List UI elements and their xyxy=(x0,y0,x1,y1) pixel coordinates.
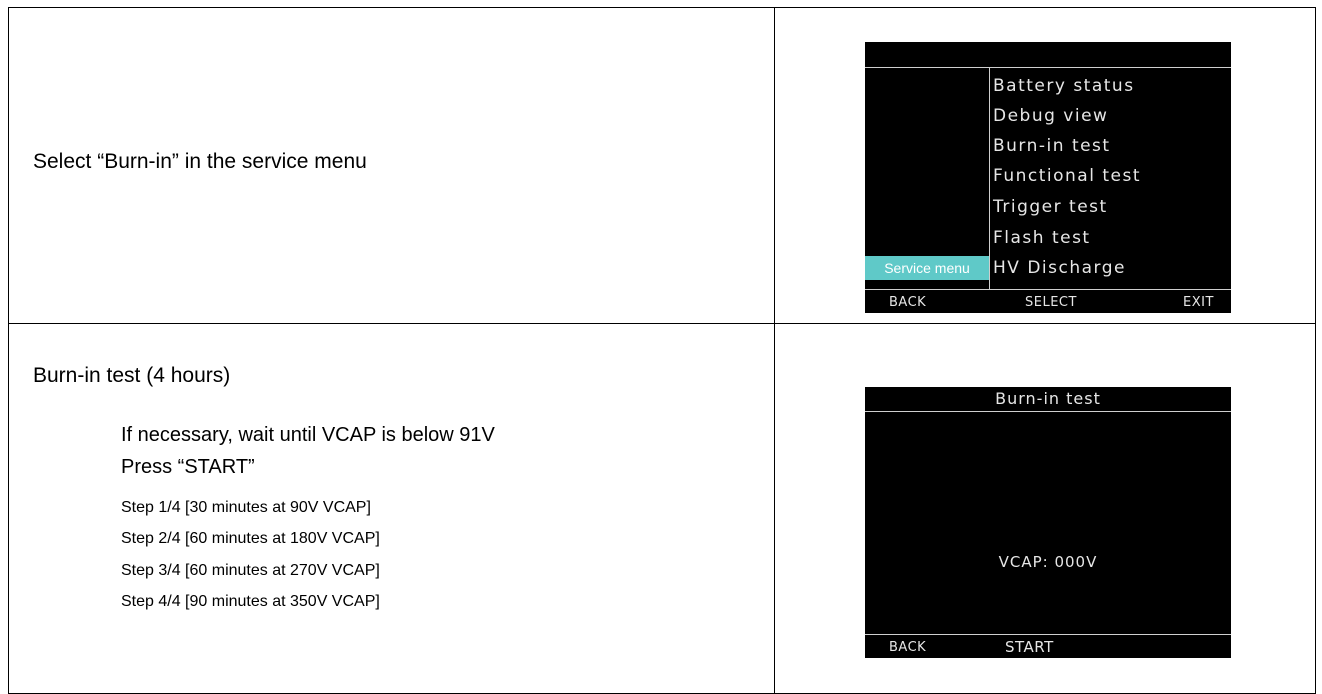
screen-title: Burn-in test xyxy=(995,389,1101,408)
instruction-burnin-heading: Burn-in test (4 hours) xyxy=(33,364,231,387)
softkey-start[interactable]: START xyxy=(1005,638,1054,656)
menu-item-functional-test[interactable]: Functional test xyxy=(993,166,1141,186)
softkey-back[interactable]: BACK xyxy=(889,295,926,310)
menu-item-burnin-test[interactable]: Burn-in test xyxy=(993,136,1111,156)
softkey-back[interactable]: BACK xyxy=(889,640,926,655)
menu-item-battery-status[interactable]: Battery status xyxy=(993,76,1135,96)
instruction-select-burnin: Select “Burn-in” in the service menu xyxy=(33,150,367,173)
vcap-readout: VCAP: 000V xyxy=(998,553,1098,571)
header-divider xyxy=(865,411,1231,412)
menu-item-flash-test[interactable]: Flash test xyxy=(993,228,1091,248)
menu-column-divider xyxy=(989,67,990,289)
service-menu-label: Service menu xyxy=(865,256,989,280)
footer-divider xyxy=(865,634,1231,635)
burnin-test-screen: Burn-in test VCAP: 000V BACK START xyxy=(865,387,1231,658)
step-line: Step 1/4 [30 minutes at 90V VCAP] xyxy=(121,499,371,516)
menu-item-hv-discharge[interactable]: HV Discharge xyxy=(993,258,1126,278)
softkey-exit[interactable]: EXIT xyxy=(1183,295,1214,310)
instruction-press-start: Press “START” xyxy=(121,456,255,478)
instruction-wait-vcap: If necessary, wait until VCAP is below 9… xyxy=(121,424,495,446)
header-divider xyxy=(865,67,1231,68)
step-line: Step 3/4 [60 minutes at 270V VCAP] xyxy=(121,562,380,579)
service-menu-screen: Battery status Debug view Burn-in test F… xyxy=(865,42,1231,313)
menu-item-trigger-test[interactable]: Trigger test xyxy=(993,197,1108,217)
menu-item-debug-view[interactable]: Debug view xyxy=(993,106,1108,126)
step-line: Step 4/4 [90 minutes at 350V VCAP] xyxy=(121,593,380,610)
footer-divider xyxy=(865,289,1231,290)
step-line: Step 2/4 [60 minutes at 180V VCAP] xyxy=(121,530,380,547)
softkey-select[interactable]: SELECT xyxy=(1025,295,1077,310)
